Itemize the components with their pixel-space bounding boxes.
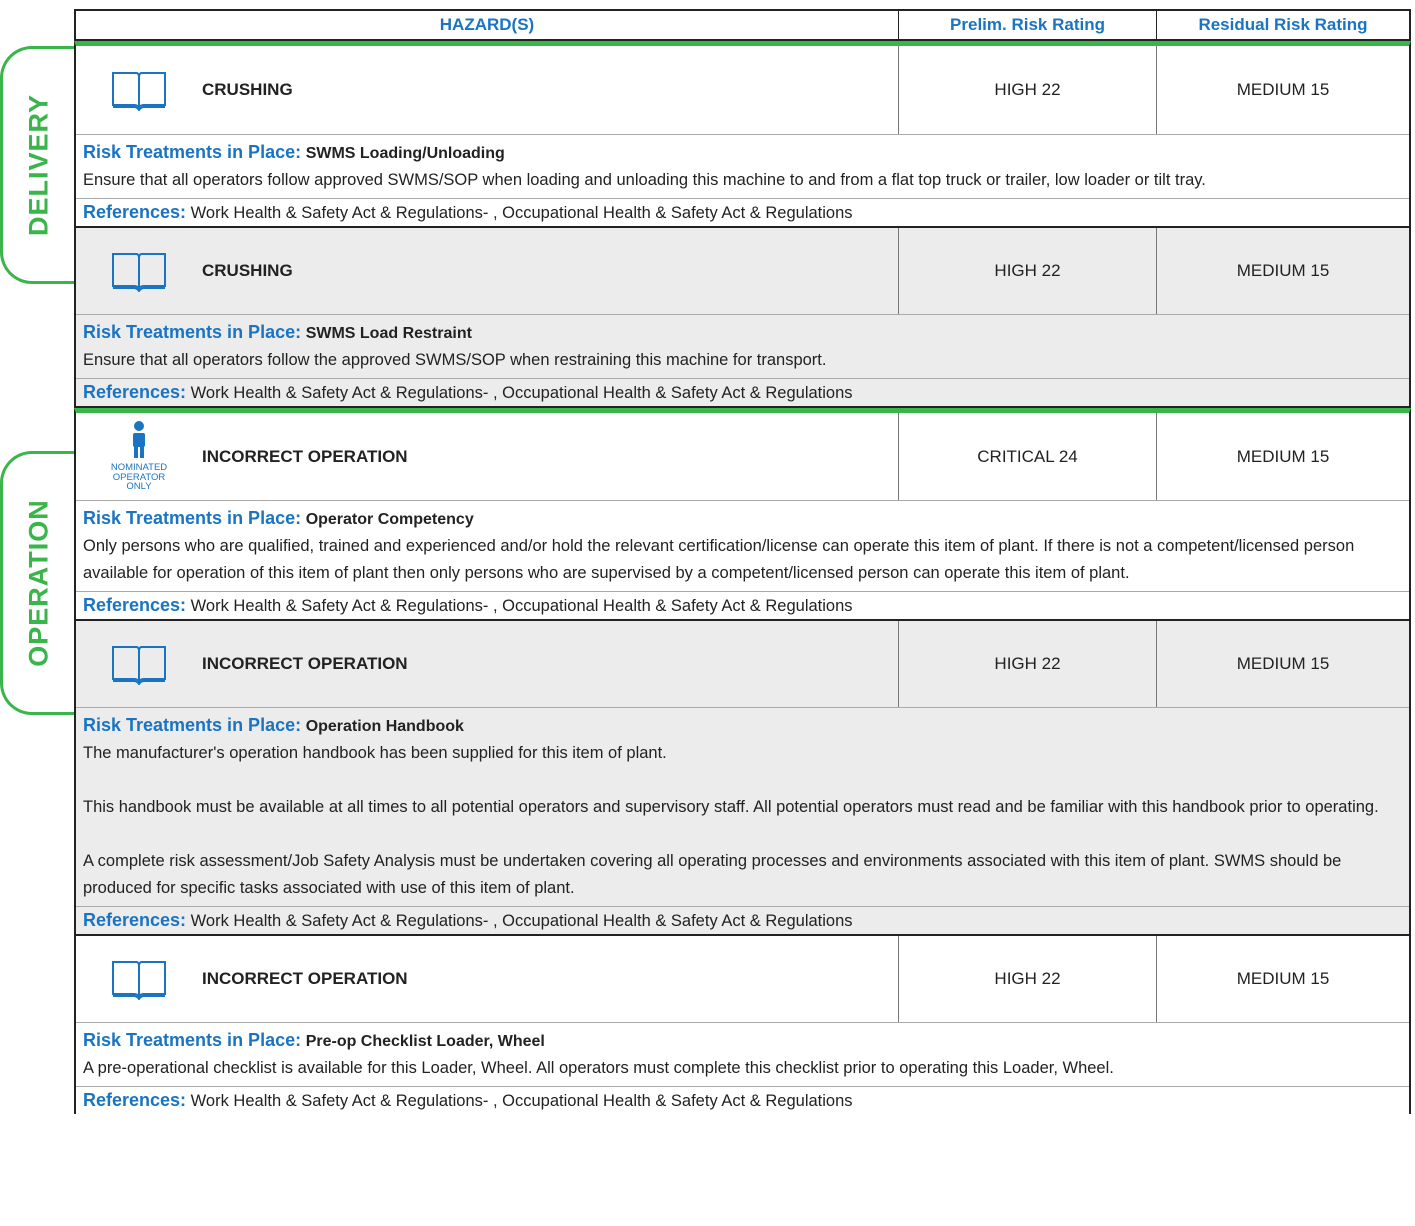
residual-rating: MEDIUM 15 — [1236, 654, 1330, 673]
treatment-name: Operator Competency — [305, 511, 474, 528]
table-header: HAZARD(S) Prelim. Risk Rating Residual R… — [74, 9, 1411, 41]
risk-treatment-label: Risk Treatments in Place: — [83, 715, 302, 735]
hazard-block: NOMINATED OPERATOR ONLY INCORRECT OPERAT… — [74, 408, 1411, 621]
section-label-delivery: DELIVERY — [23, 93, 53, 237]
references: References: Work Health & Safety Act & R… — [76, 907, 1409, 934]
risk-treatment: Risk Treatments in Place: Operator Compe… — [76, 501, 1409, 592]
hazard-name: CRUSHING — [202, 228, 899, 314]
book-icon — [76, 621, 202, 707]
residual-rating: MEDIUM 15 — [1236, 969, 1330, 988]
section-tab-operation: OPERATION — [0, 451, 74, 715]
hazard-block: INCORRECT OPERATION HIGH 22 MEDIUM 15 Ri… — [74, 621, 1411, 936]
hazard-name: INCORRECT OPERATION — [202, 621, 899, 707]
treatment-text: A complete risk assessment/Job Safety An… — [83, 852, 1342, 897]
references-text: Work Health & Safety Act & Regulations- … — [190, 384, 853, 402]
references: References: Work Health & Safety Act & R… — [76, 199, 1409, 226]
section-label-operation: OPERATION — [23, 499, 53, 667]
references-label: References: — [83, 910, 187, 930]
svg-text:ONLY: ONLY — [126, 481, 152, 492]
references-label: References: — [83, 202, 187, 222]
prelim-rating: HIGH 22 — [899, 228, 1157, 314]
treatment-text: Ensure that all operators follow approve… — [83, 171, 1206, 189]
treatment-text: This handbook must be available at all t… — [83, 798, 1379, 816]
hazard-name: CRUSHING — [202, 46, 899, 134]
hazard-block: INCORRECT OPERATION HIGH 22 MEDIUM 15 Ri… — [74, 936, 1411, 1114]
prelim-rating: HIGH 22 — [899, 46, 1157, 134]
residual-rating: MEDIUM 15 — [1236, 446, 1330, 466]
treatment-text: Only persons who are qualified, trained … — [83, 537, 1355, 582]
references-text: Work Health & Safety Act & Regulations- … — [190, 1092, 853, 1110]
risk-treatment-label: Risk Treatments in Place: — [83, 142, 302, 162]
treatment-text: The manufacturer's operation handbook ha… — [83, 744, 667, 762]
treatment-text: Ensure that all operators follow the app… — [83, 351, 827, 369]
hazard-row: INCORRECT OPERATION HIGH 22 MEDIUM 15 — [76, 936, 1409, 1023]
treatment-text: A pre-operational checklist is available… — [83, 1059, 1114, 1077]
risk-treatment: Risk Treatments in Place: SWMS Loading/U… — [76, 135, 1409, 199]
residual-rating: MEDIUM 15 — [1236, 80, 1330, 99]
nominated-operator-icon: NOMINATED OPERATOR ONLY — [76, 413, 202, 500]
hazard-row: CRUSHING HIGH 22 MEDIUM 15 — [76, 228, 1409, 315]
treatment-name: Pre-op Checklist Loader, Wheel — [305, 1033, 545, 1050]
references-text: Work Health & Safety Act & Regulations- … — [190, 912, 853, 930]
section-tab-delivery: DELIVERY — [0, 46, 74, 284]
treatment-name: Operation Handbook — [305, 718, 464, 735]
hazard-row: CRUSHING HIGH 22 MEDIUM 15 — [76, 46, 1409, 135]
hazard-block: CRUSHING HIGH 22 MEDIUM 15 Risk Treatmen… — [74, 41, 1411, 228]
treatment-name: SWMS Loading/Unloading — [305, 145, 505, 162]
references-text: Work Health & Safety Act & Regulations- … — [190, 204, 853, 222]
risk-treatment-label: Risk Treatments in Place: — [83, 322, 302, 342]
references: References: Work Health & Safety Act & R… — [76, 1087, 1409, 1114]
hazard-row: INCORRECT OPERATION HIGH 22 MEDIUM 15 — [76, 621, 1409, 708]
hazard-name: INCORRECT OPERATION — [202, 936, 899, 1022]
prelim-rating: HIGH 22 — [899, 621, 1157, 707]
residual-rating: MEDIUM 15 — [1236, 261, 1330, 280]
book-icon — [76, 46, 202, 134]
references-label: References: — [83, 595, 187, 615]
references-text: Work Health & Safety Act & Regulations- … — [190, 597, 853, 615]
risk-treatment-label: Risk Treatments in Place: — [83, 1030, 302, 1050]
references-label: References: — [83, 1090, 187, 1110]
header-hazards: HAZARD(S) — [76, 11, 899, 39]
prelim-rating: HIGH 22 — [899, 936, 1157, 1022]
references-label: References: — [83, 382, 187, 402]
book-icon — [76, 228, 202, 314]
risk-treatment: Risk Treatments in Place: SWMS Load Rest… — [76, 315, 1409, 379]
book-icon — [76, 936, 202, 1022]
hazard-table: HAZARD(S) Prelim. Risk Rating Residual R… — [74, 9, 1411, 1114]
header-prelim-risk: Prelim. Risk Rating — [899, 11, 1157, 39]
hazard-name: INCORRECT OPERATION — [202, 413, 899, 500]
prelim-rating: CRITICAL 24 — [899, 413, 1157, 500]
header-residual-risk: Residual Risk Rating — [1198, 15, 1368, 34]
references: References: Work Health & Safety Act & R… — [76, 592, 1409, 619]
hazard-block: CRUSHING HIGH 22 MEDIUM 15 Risk Treatmen… — [74, 228, 1411, 408]
references: References: Work Health & Safety Act & R… — [76, 379, 1409, 406]
treatment-name: SWMS Load Restraint — [305, 325, 472, 342]
risk-treatment-label: Risk Treatments in Place: — [83, 508, 302, 528]
risk-treatment: Risk Treatments in Place: Pre-op Checkli… — [76, 1023, 1409, 1087]
hazard-row: NOMINATED OPERATOR ONLY INCORRECT OPERAT… — [76, 413, 1409, 501]
risk-treatment: Risk Treatments in Place: Operation Hand… — [76, 708, 1409, 907]
